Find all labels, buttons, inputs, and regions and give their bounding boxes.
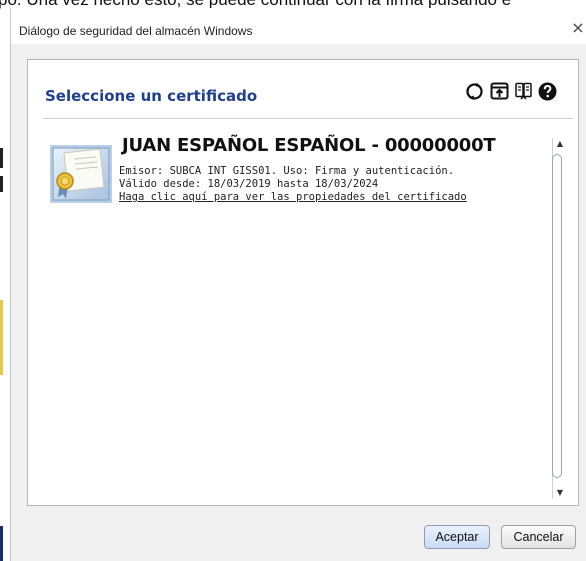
scroll-thumb[interactable] xyxy=(552,154,562,478)
scroll-up-arrow-icon[interactable]: ▲ xyxy=(555,138,565,150)
dialog-title: Diálogo de seguridad del almacén Windows xyxy=(19,24,253,38)
certificate-list-scrollbar[interactable]: ▲ ▼ xyxy=(552,138,564,499)
details-icon[interactable] xyxy=(514,82,533,101)
certificate-properties-link[interactable]: Haga clic aquí para ver las propiedades … xyxy=(119,191,467,203)
certificate-name: JUAN ESPAÑOL ESPAÑOL - 00000000T xyxy=(122,135,496,156)
cancel-button[interactable]: Cancelar xyxy=(501,525,576,549)
heading-divider xyxy=(43,118,573,119)
certificate-icon xyxy=(50,145,112,203)
background-margin-mark xyxy=(0,176,3,192)
accept-button[interactable]: Aceptar xyxy=(424,525,490,549)
certificate-list-item[interactable]: JUAN ESPAÑOL ESPAÑOL - 00000000T Emisor:… xyxy=(48,135,548,215)
certificate-panel: Seleccione un certificado JUAN ESPAÑOL E… xyxy=(27,59,579,506)
background-margin-mark xyxy=(0,148,3,168)
dialog-titlebar: Diálogo de seguridad del almacén Windows… xyxy=(11,8,586,44)
import-icon[interactable] xyxy=(490,82,509,101)
refresh-icon[interactable] xyxy=(465,82,484,101)
background-margin-mark xyxy=(0,300,3,375)
help-icon[interactable] xyxy=(538,82,557,101)
scroll-down-arrow-icon[interactable]: ▼ xyxy=(555,487,565,499)
certificate-validity: Válido desde: 18/03/2019 hasta 18/03/202… xyxy=(119,178,379,190)
close-icon[interactable]: × xyxy=(570,20,586,36)
security-dialog: Diálogo de seguridad del almacén Windows… xyxy=(10,8,586,561)
background-margin-mark xyxy=(0,526,3,561)
panel-heading: Seleccione un certificado xyxy=(45,87,258,105)
certificate-issuer: Emisor: SUBCA INT GISS01. Uso: Firma y a… xyxy=(119,165,455,177)
